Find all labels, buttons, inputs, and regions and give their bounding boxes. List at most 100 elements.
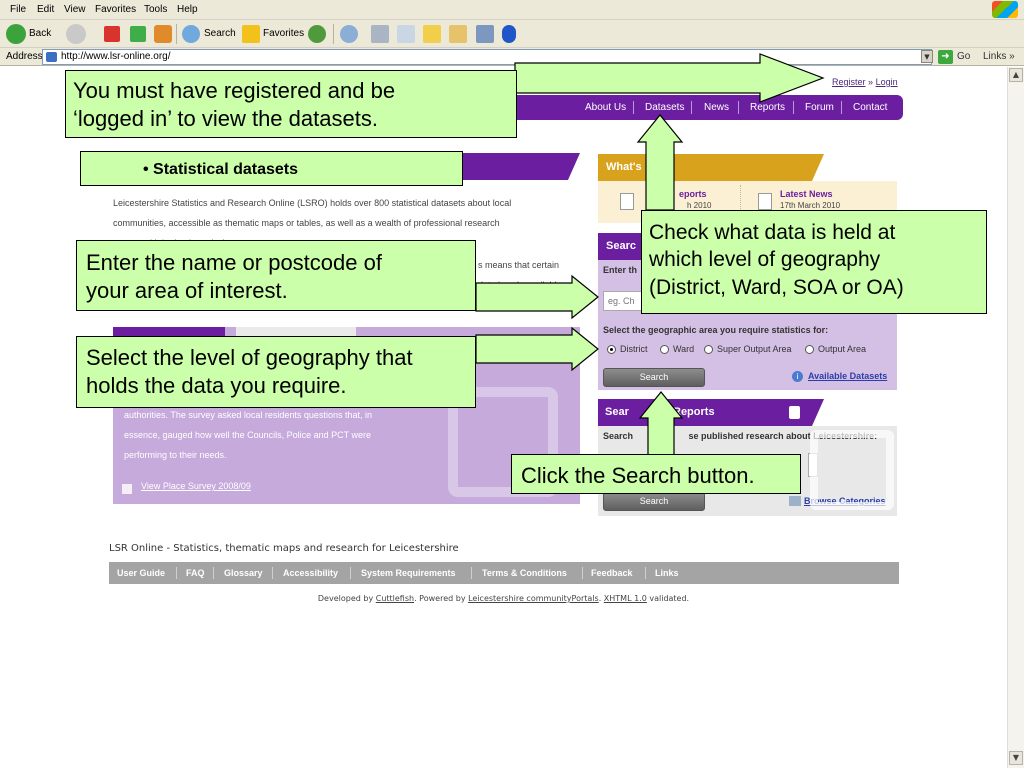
back-arrow-icon[interactable] — [6, 24, 26, 44]
footer-user-guide[interactable]: User Guide — [117, 568, 165, 578]
login-link[interactable]: Login — [876, 77, 898, 87]
document-icon — [789, 406, 800, 419]
menu-favorites[interactable]: Favorites — [95, 4, 136, 15]
radio-super-output-area-label[interactable]: Super Output Area — [717, 344, 792, 354]
footer-terms[interactable]: Terms & Conditions — [482, 568, 567, 578]
callout-statistical-datasets: • Statistical datasets — [80, 151, 463, 186]
menu-file[interactable]: File — [10, 4, 26, 15]
credits-text: . Powered by — [414, 594, 469, 603]
menu-tools[interactable]: Tools — [144, 4, 167, 15]
favorites-star-icon[interactable] — [242, 25, 260, 43]
address-dropdown-icon[interactable]: ▼ — [921, 50, 933, 63]
address-input[interactable]: http://www.lsr-online.org/ — [42, 49, 932, 65]
radio-district-label[interactable]: District — [620, 344, 648, 354]
menu-edit[interactable]: Edit — [37, 4, 54, 15]
radio-ward[interactable] — [660, 345, 669, 354]
refresh-icon[interactable] — [130, 26, 146, 42]
radio-district[interactable] — [607, 345, 616, 354]
footer-accessibility[interactable]: Accessibility — [283, 568, 338, 578]
toolbar-separator — [333, 24, 334, 44]
latest-news-title[interactable]: Latest News — [780, 189, 833, 199]
nav-separator — [738, 101, 739, 114]
search-reports-header: Sear Reports — [598, 399, 824, 426]
browser-toolbar: Back Search Favorites — [0, 20, 1024, 48]
xhtml-link[interactable]: XHTML 1.0 — [604, 594, 647, 603]
footer-separator — [272, 567, 273, 579]
search-button-label[interactable]: Search — [204, 28, 236, 39]
community-portals-link[interactable]: Leicestershire communityPortals — [468, 594, 599, 603]
radio-output-area-label[interactable]: Output Area — [818, 344, 866, 354]
main-navigation: About Us Datasets News Reports Forum Con… — [515, 95, 903, 120]
nav-datasets[interactable]: Datasets — [645, 102, 684, 113]
whats-new-title: What's — [606, 161, 642, 173]
history-icon[interactable] — [308, 25, 326, 43]
intro-line: Leicestershire Statistics and Research O… — [113, 198, 512, 208]
survey-text: authorities. The survey asked local resi… — [124, 405, 424, 465]
radio-ward-label[interactable]: Ward — [673, 344, 694, 354]
vertical-scrollbar[interactable]: ▲ ▼ — [1007, 67, 1024, 768]
view-place-survey-link[interactable]: View Place Survey 2008/09 — [141, 481, 251, 491]
folder-icon[interactable] — [423, 25, 441, 43]
edit-page-icon[interactable] — [397, 25, 415, 43]
print-icon[interactable] — [371, 25, 389, 43]
page-favicon-icon — [46, 52, 57, 62]
nav-about-us[interactable]: About Us — [585, 102, 626, 113]
footer-separator — [471, 567, 472, 579]
favorites-button-label[interactable]: Favorites — [263, 28, 304, 39]
search-datasets-button[interactable]: Search — [603, 368, 705, 387]
nav-news[interactable]: News — [704, 102, 729, 113]
callout-level-text: Select the level of geography that holds… — [86, 344, 413, 399]
survey-line: essence, gauged how well the Councils, P… — [124, 430, 371, 440]
home-icon[interactable] — [154, 25, 172, 43]
bluetooth-icon[interactable] — [502, 25, 516, 43]
scroll-up-icon[interactable]: ▲ — [1009, 68, 1023, 82]
callout-line: Select the level of geography that — [86, 345, 413, 370]
go-arrow-icon[interactable]: ➜ — [938, 50, 953, 64]
mail-icon[interactable] — [340, 25, 358, 43]
scroll-down-icon[interactable]: ▼ — [1009, 751, 1023, 765]
footer-links[interactable]: Links — [655, 568, 679, 578]
intro-line: data is only available — [478, 280, 562, 290]
messenger-icon[interactable] — [476, 25, 494, 43]
research-icon[interactable] — [449, 25, 467, 43]
callout-line: holds the data you require. — [86, 372, 347, 398]
search-reports-button[interactable]: Search — [603, 492, 705, 511]
menu-help[interactable]: Help — [177, 4, 198, 15]
register-link[interactable]: Register — [832, 77, 866, 87]
intro-paragraph-2: s means that certain data is only availa… — [478, 255, 578, 295]
footer-separator — [350, 567, 351, 579]
radio-super-output-area[interactable] — [704, 345, 713, 354]
nav-forum[interactable]: Forum — [805, 102, 834, 113]
footer-system-requirements[interactable]: System Requirements — [361, 568, 456, 578]
survey-line: performing to their needs. — [124, 450, 227, 460]
news-document-icon — [758, 193, 772, 210]
footer-feedback[interactable]: Feedback — [591, 568, 633, 578]
footer-glossary[interactable]: Glossary — [224, 568, 263, 578]
callout-line: Check what data is held at — [649, 221, 896, 244]
address-bar: Address http://www.lsr-online.org/ ▼ ➜ G… — [0, 48, 1024, 66]
menu-view[interactable]: View — [64, 4, 86, 15]
links-button[interactable]: Links » — [983, 51, 1015, 62]
search-reports-label-a: Search — [603, 431, 634, 441]
geography-label: Select the geographic area you require s… — [603, 325, 829, 335]
search-icon[interactable] — [182, 25, 200, 43]
available-datasets-link[interactable]: Available Datasets — [808, 371, 887, 381]
callout-login-required: You must have registered and be ‘logged … — [65, 70, 517, 138]
survey-link-icon — [122, 484, 132, 494]
cuttlefish-link[interactable]: Cuttlefish — [376, 594, 414, 603]
back-button-label[interactable]: Back — [29, 28, 51, 39]
report-document-icon — [620, 193, 634, 210]
nav-reports[interactable]: Reports — [750, 102, 785, 113]
survey-line: authorities. The survey asked local resi… — [124, 410, 372, 420]
credits-text: validated. — [646, 594, 690, 603]
footer-faq[interactable]: FAQ — [186, 568, 205, 578]
datasets-header-bar — [460, 153, 580, 180]
forward-arrow-icon[interactable] — [66, 24, 86, 44]
callout-line: Enter the name or postcode of — [86, 250, 382, 275]
info-icon: i — [792, 371, 803, 382]
go-button[interactable]: Go — [957, 51, 970, 62]
nav-contact[interactable]: Contact — [853, 102, 887, 113]
latest-reports-title[interactable]: eports — [679, 189, 707, 199]
stop-icon[interactable] — [104, 26, 120, 42]
radio-output-area[interactable] — [805, 345, 814, 354]
